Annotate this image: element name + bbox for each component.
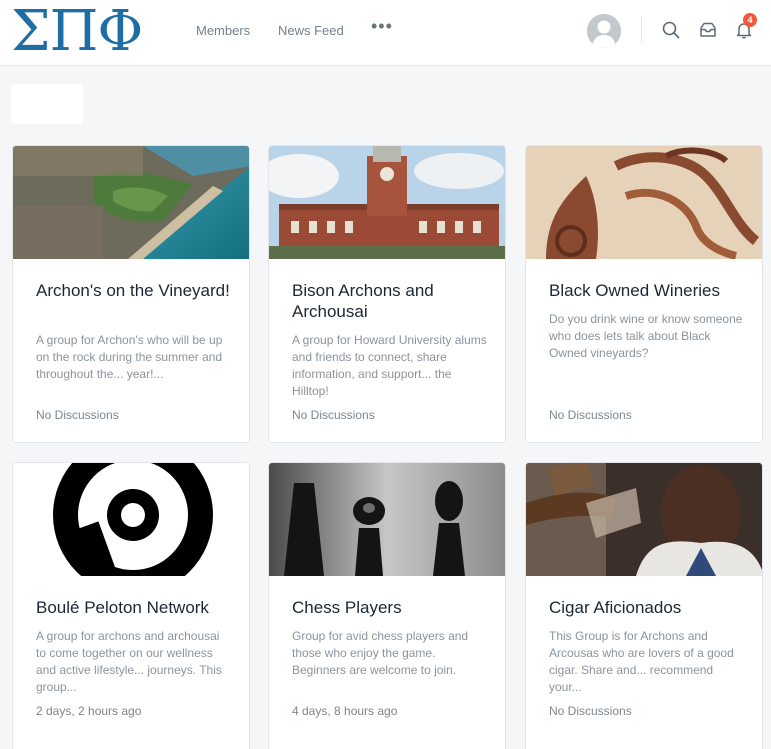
group-description: Do you drink wine or know someone who do… [549, 312, 743, 360]
nav-news-feed[interactable]: News Feed [278, 23, 344, 38]
group-card[interactable]: Cigar Aficionados This Group is for Arch… [525, 462, 763, 749]
group-activity: No Discussions [549, 408, 632, 422]
group-card[interactable]: Boulé Peloton Network A group for archon… [12, 462, 250, 749]
peloton-logo [13, 463, 249, 576]
group-title[interactable]: Chess Players [292, 597, 487, 618]
cigar-photo [526, 463, 762, 576]
group-activity: 4 days, 8 hours ago [292, 704, 398, 718]
group-title[interactable]: Cigar Aficionados [549, 597, 744, 618]
site-logo[interactable]: ΣΠΦ [11, 2, 143, 62]
group-card[interactable]: Bison Archons and Archousai A group for … [268, 145, 506, 443]
inbox-icon[interactable] [698, 20, 718, 40]
group-activity: 2 days, 2 hours ago [36, 704, 142, 718]
group-card[interactable]: Black Owned Wineries Do you drink wine o… [525, 145, 763, 443]
chess-photo [269, 463, 505, 576]
top-header: ΣΠΦ Members News Feed ••• 4 [0, 0, 771, 66]
group-title[interactable]: Black Owned Wineries [549, 280, 744, 301]
notification-badge: 4 [743, 13, 757, 27]
aerial-coast-photo [13, 146, 249, 259]
group-description: A group for Archon's who will be up on t… [36, 333, 223, 381]
group-card[interactable]: Chess Players Group for avid chess playe… [268, 462, 506, 749]
nav-members[interactable]: Members [196, 23, 250, 38]
avatar[interactable] [587, 14, 621, 48]
group-card[interactable]: Archon's on the Vineyard! A group for Ar… [12, 145, 250, 443]
group-title[interactable]: Boulé Peloton Network [36, 597, 246, 618]
header-divider [641, 17, 642, 43]
user-silhouette-icon [587, 14, 621, 48]
search-icon[interactable] [661, 20, 681, 40]
filter-placeholder [11, 84, 83, 124]
group-title[interactable]: Archon's on the Vineyard! [36, 280, 231, 301]
group-description: Group for avid chess players and those w… [292, 629, 469, 677]
clock-tower-photo [269, 146, 505, 259]
wine-art-photo [526, 146, 762, 259]
group-description: A group for Howard University alums and … [292, 333, 487, 398]
more-menu-icon[interactable]: ••• [371, 17, 392, 37]
group-description: A group for archons and archousai to com… [36, 629, 222, 694]
group-description: This Group is for Archons and Arcousas w… [549, 629, 734, 694]
group-activity: No Discussions [549, 704, 632, 718]
group-activity: No Discussions [36, 408, 119, 422]
group-activity: No Discussions [292, 408, 375, 422]
group-title[interactable]: Bison Archons and Archousai [292, 280, 487, 322]
